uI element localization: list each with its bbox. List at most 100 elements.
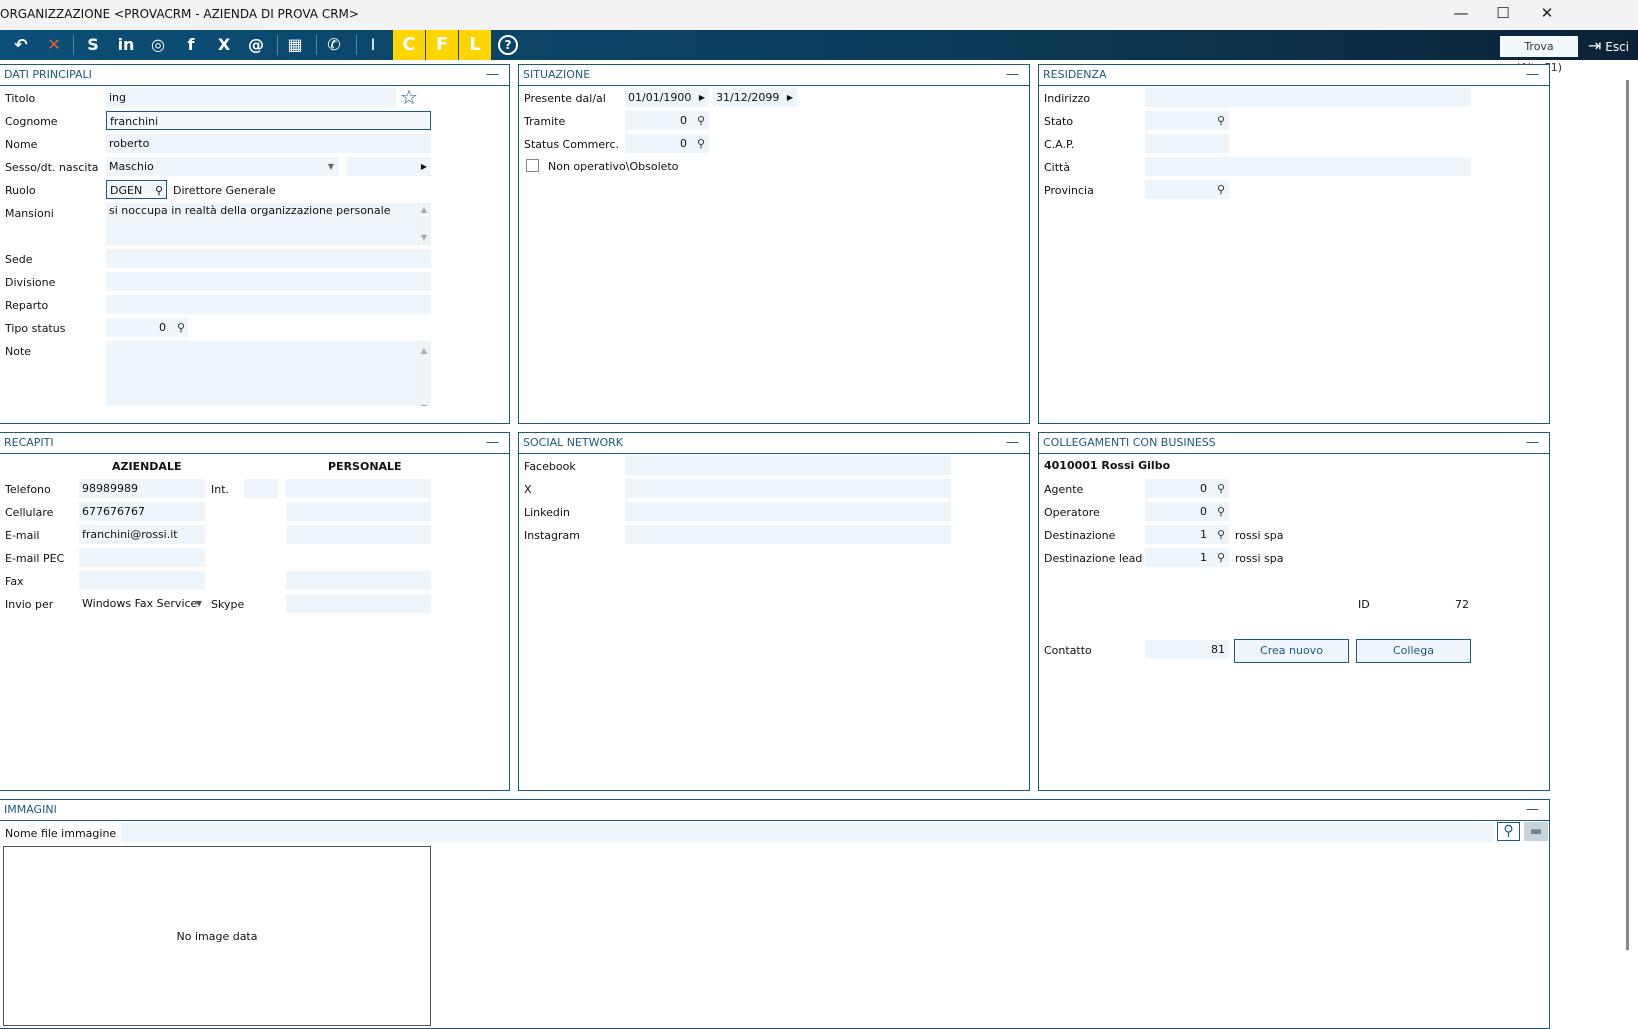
label-pec: E-mail PEC <box>5 552 65 565</box>
ruolo-field[interactable]: DGEN ⚲ <box>106 180 167 199</box>
facebook-icon[interactable]: f <box>178 33 204 57</box>
minimize-panel-icon[interactable]: — <box>1006 65 1019 85</box>
email-icon[interactable]: @ <box>243 33 269 57</box>
panel-title: RESIDENZA <box>1043 68 1107 81</box>
mansioni-textarea[interactable]: si noccupa in realtà della organizzazion… <box>106 203 431 245</box>
label-agente: Agente <box>1044 483 1084 496</box>
label-destinazione-lead: Destinazione lead <box>1044 552 1143 565</box>
image-preview: No image data <box>3 846 431 1026</box>
label-sesso: Sesso/dt. nascita <box>5 161 99 174</box>
panel-dati-principali: DATI PRINCIPALI — Titolo ing ☆ Cognome fr… <box>0 64 510 424</box>
search-icon[interactable]: ⚲ <box>697 137 705 150</box>
star-icon[interactable]: ☆ <box>400 85 418 109</box>
label-reparto: Reparto <box>5 299 49 312</box>
date-from-field[interactable]: 01/01/1900 ▶ <box>625 88 709 107</box>
text-cursor-icon[interactable]: I <box>360 33 386 57</box>
citta-field[interactable] <box>1145 157 1471 176</box>
search-icon[interactable]: ⚲ <box>1217 528 1225 541</box>
note-textarea[interactable]: ▲▼ <box>106 341 431 406</box>
fax-field[interactable] <box>79 571 205 590</box>
search-icon[interactable]: ⚲ <box>1217 551 1225 564</box>
destinazione-description: rossi spa <box>1235 529 1284 542</box>
search-icon[interactable]: ⚲ <box>155 181 163 198</box>
x-field[interactable] <box>625 479 951 498</box>
help-icon[interactable]: ? <box>498 35 518 55</box>
minimize-panel-icon[interactable]: — <box>1526 433 1539 453</box>
search-icon[interactable]: ⚲ <box>1217 505 1225 518</box>
titolo-field[interactable]: ing <box>106 88 396 107</box>
ruolo-description: Direttore Generale <box>173 184 276 197</box>
label-nome-file: Nome file immagine <box>5 827 117 840</box>
invio-select[interactable]: Windows Fax Service ▼ <box>79 594 205 613</box>
tipo-status-field[interactable]: 0 <box>106 318 188 337</box>
obsoleto-checkbox[interactable] <box>526 159 539 172</box>
close-button[interactable]: ✕ <box>1532 4 1562 22</box>
chevron-down-icon: ▼ <box>195 599 202 608</box>
find-button[interactable]: Trova (Alt+F1) <box>1500 36 1578 74</box>
reparto-field[interactable] <box>106 295 431 314</box>
c-button[interactable]: C <box>393 30 425 60</box>
f-button[interactable]: F <box>426 30 458 60</box>
minimize-panel-icon[interactable]: — <box>486 65 499 85</box>
telefono-personale-field[interactable] <box>286 479 431 498</box>
email-personale-field[interactable] <box>286 525 431 544</box>
x-icon[interactable]: X <box>211 33 237 57</box>
nome-field[interactable]: roberto <box>106 134 431 153</box>
skype-field[interactable] <box>286 594 431 613</box>
nome-file-field[interactable] <box>121 823 1493 842</box>
search-icon[interactable]: ⚲ <box>1217 482 1225 495</box>
cancel-icon[interactable]: ✕ <box>41 33 67 57</box>
cognome-field[interactable]: franchini <box>106 111 431 130</box>
sesso-select[interactable]: Maschio ▼ <box>106 157 338 176</box>
phone-icon[interactable]: ✆ <box>321 33 347 57</box>
label-x: X <box>524 483 532 496</box>
exit-button[interactable]: ⇥ Esci <box>1588 36 1629 57</box>
birth-date-field[interactable]: ▶ <box>347 157 431 176</box>
instagram-field[interactable] <box>625 525 951 544</box>
search-icon[interactable]: ⚲ <box>697 114 705 127</box>
indirizzo-field[interactable] <box>1145 88 1471 107</box>
divisione-field[interactable] <box>106 272 431 291</box>
minimize-panel-icon[interactable]: — <box>486 433 499 453</box>
scrollbar[interactable]: ▲▼ <box>417 341 431 406</box>
cellulare-personale-field[interactable] <box>286 502 431 521</box>
search-icon[interactable]: ⚲ <box>1217 114 1225 127</box>
fax-personale-field[interactable] <box>286 571 431 590</box>
minimize-button[interactable]: — <box>1446 4 1476 22</box>
label-email: E-mail <box>5 529 40 542</box>
cap-field[interactable] <box>1145 134 1229 153</box>
l-button[interactable]: L <box>459 30 491 60</box>
scrollbar[interactable]: ▲▼ <box>417 203 431 245</box>
back-icon[interactable]: ↶ <box>8 33 34 57</box>
minimize-panel-icon[interactable]: — <box>1006 433 1019 453</box>
cellulare-field[interactable]: 677676767 <box>79 502 205 521</box>
telefono-field[interactable]: 98989989 <box>79 479 205 498</box>
sede-field[interactable] <box>106 249 431 268</box>
date-to-field[interactable]: 31/12/2099 ▶ <box>713 88 797 107</box>
label-sede: Sede <box>5 253 33 266</box>
search-icon[interactable]: ⚲ <box>1217 183 1225 196</box>
minimize-panel-icon[interactable]: — <box>1526 800 1539 820</box>
maximize-button[interactable]: ☐ <box>1488 4 1518 22</box>
label-invio: Invio per <box>5 598 54 611</box>
label-tipo-status: Tipo status <box>5 322 66 335</box>
minimize-panel-icon[interactable]: — <box>1526 65 1539 85</box>
search-icon[interactable]: ⚲ <box>177 321 185 334</box>
skype-icon[interactable]: S <box>80 33 106 57</box>
search-image-button[interactable]: ⚲ <box>1497 822 1520 841</box>
qr-code-icon[interactable]: ▦ <box>282 33 308 57</box>
facebook-field[interactable] <box>625 456 951 475</box>
crea-nuovo-button[interactable]: Crea nuovo <box>1234 639 1349 663</box>
int-field[interactable] <box>244 479 278 498</box>
vertical-scrollbar[interactable] <box>1626 80 1629 950</box>
instagram-icon[interactable]: ◎ <box>145 33 171 57</box>
linkedin-icon[interactable]: in <box>113 33 139 57</box>
collega-button[interactable]: Collega <box>1356 639 1471 663</box>
folder-icon[interactable]: ▬ <box>1524 822 1548 841</box>
pec-field[interactable] <box>79 548 205 567</box>
label-titolo: Titolo <box>5 92 36 105</box>
panel-title: COLLEGAMENTI CON BUSINESS <box>1043 436 1216 449</box>
email-field[interactable]: franchini@rossi.it <box>79 525 205 544</box>
contatto-field[interactable]: 81 <box>1145 640 1229 659</box>
linkedin-field[interactable] <box>625 502 951 521</box>
